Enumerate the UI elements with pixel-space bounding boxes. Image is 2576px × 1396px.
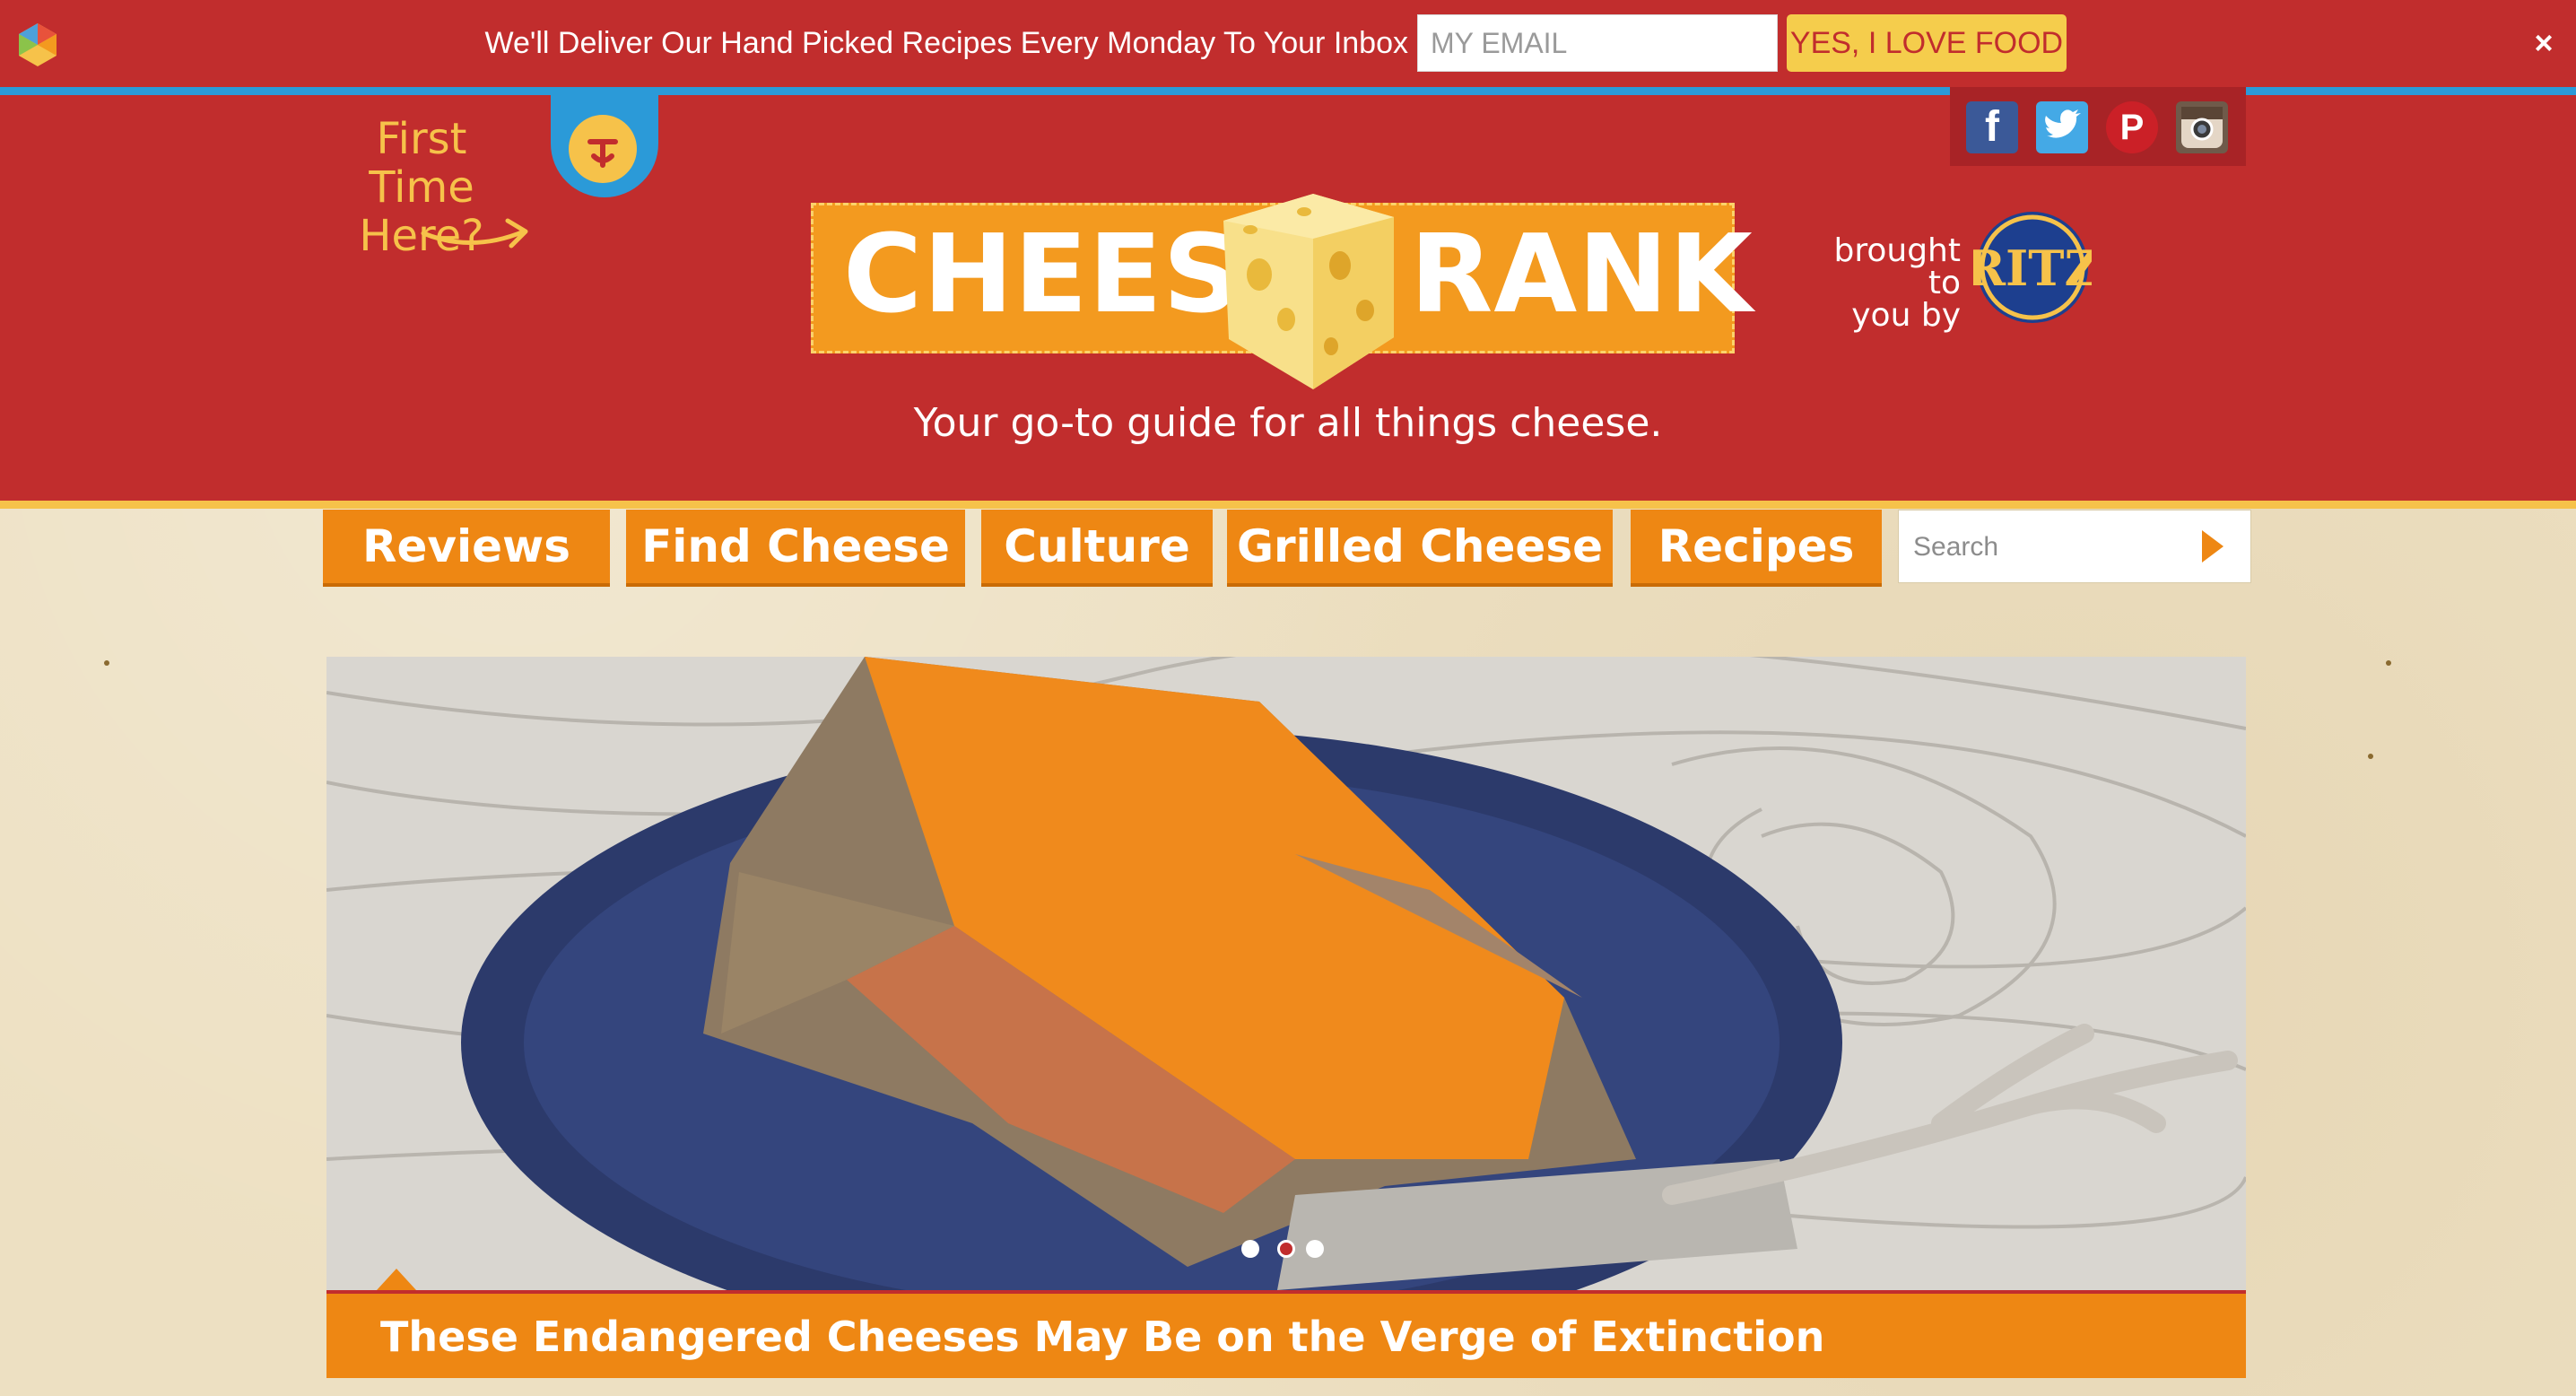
caption-pointer (377, 1269, 416, 1290)
search-input[interactable] (1911, 523, 2184, 571)
cheese-icon (1223, 194, 1394, 389)
sponsor-text: brought to (1833, 232, 1962, 301)
sponsor-text: you by (1851, 297, 1961, 334)
background-speck (2386, 660, 2391, 666)
hero-slider[interactable] (326, 657, 2246, 1290)
search-submit-icon[interactable] (2202, 530, 2224, 563)
pinterest-icon[interactable]: P (2106, 101, 2158, 153)
nav-culture[interactable]: Culture (981, 510, 1213, 583)
nav-recipes[interactable]: Recipes (1631, 510, 1882, 583)
social-links: f P (1950, 87, 2246, 166)
arrow-icon (421, 218, 528, 249)
background-speck (2368, 754, 2373, 759)
email-field[interactable] (1417, 14, 1778, 72)
search-box (1898, 510, 2251, 583)
subscribe-button[interactable]: YES, I LOVE FOOD (1787, 14, 2067, 72)
slider-dot-active[interactable] (1277, 1240, 1295, 1258)
hero-image (326, 657, 2246, 1290)
nav-find-cheese[interactable]: Find Cheese (626, 510, 965, 583)
slider-dot[interactable] (1306, 1240, 1324, 1258)
twitter-icon[interactable] (2036, 101, 2088, 153)
nav-reviews[interactable]: Reviews (323, 510, 610, 583)
instagram-icon[interactable] (2176, 101, 2228, 153)
hero-caption-text: These Endangered Cheeses May Be on the V… (380, 1313, 1825, 1361)
logo-text: RANK (1410, 213, 1754, 337)
header-divider (0, 501, 2576, 509)
hero-caption[interactable]: These Endangered Cheeses May Be on the V… (326, 1290, 2246, 1378)
facebook-icon[interactable]: f (1966, 101, 2018, 153)
nav-grilled-cheese[interactable]: Grilled Cheese (1227, 510, 1613, 583)
sponsor-name: RITZ (1973, 240, 2092, 297)
close-icon[interactable]: × (2528, 23, 2560, 63)
background-speck (104, 660, 109, 666)
bookmark-badge[interactable] (551, 93, 658, 197)
ritz-logo[interactable]: RITZ (1973, 208, 2092, 327)
sponsor-label: brought to you by (1794, 232, 1962, 334)
site-tagline: Your go-to guide for all things cheese. (913, 400, 1663, 446)
cheese-rank-logo[interactable]: CHEESE RANK (811, 176, 1753, 395)
site-logo-icon (19, 23, 57, 66)
bookmark-icon (569, 115, 637, 183)
slider-dot[interactable] (1241, 1240, 1259, 1258)
first-time-text: First Time (369, 114, 474, 213)
promo-message: We'll Deliver Our Hand Picked Recipes Ev… (484, 26, 1408, 60)
promo-bar: We'll Deliver Our Hand Picked Recipes Ev… (0, 0, 2576, 87)
